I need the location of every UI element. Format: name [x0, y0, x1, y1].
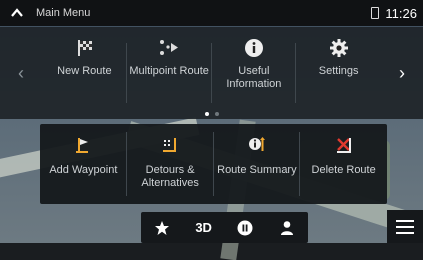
menu-item-settings[interactable]: Settings [296, 27, 381, 119]
menu-item-label: Useful Information [226, 65, 282, 90]
bottom-toolbar: 3D [141, 212, 308, 243]
popup-item-label: Detours & Alternatives [141, 164, 199, 189]
clock: 11:26 [385, 5, 417, 21]
back-chevron-icon[interactable] [10, 6, 24, 20]
detours-icon [159, 134, 181, 156]
multipoint-route-icon [158, 37, 180, 59]
popup-item-label: Route Summary [217, 164, 297, 176]
previous-page-arrow-icon[interactable]: ‹ [0, 27, 42, 119]
menu-item-label: Settings [318, 65, 359, 77]
popup-item-route-summary[interactable]: Route Summary [214, 124, 301, 204]
menu-button[interactable] [387, 210, 423, 243]
page-title: Main Menu [36, 7, 91, 19]
page-dot-active [204, 112, 209, 116]
popup-item-label: Add Waypoint [49, 164, 118, 176]
menu-item-label: New Route [57, 65, 112, 77]
checkered-flag-icon [73, 37, 95, 59]
gear-icon [328, 37, 350, 59]
menu-item-multipoint-route[interactable]: Multipoint Route [127, 27, 212, 119]
menu-item-useful-information[interactable]: Useful Information [212, 27, 297, 119]
hamburger-icon [396, 219, 414, 234]
person-icon [281, 220, 294, 235]
status-bar: Main Menu 11:26 [0, 0, 423, 26]
info-icon [243, 37, 265, 59]
main-menu: New Route Multipoint Route Useful Inform… [42, 27, 381, 119]
menu-item-label: Multipoint Route [129, 65, 209, 77]
popup-item-detours-alternatives[interactable]: Detours & Alternatives [127, 124, 214, 204]
route-options-popup: Add Waypoint Detours & Alternatives Rout… [40, 124, 387, 204]
delete-route-icon [333, 134, 355, 156]
view-mode-label: 3D [195, 220, 212, 235]
pause-icon [237, 220, 253, 235]
next-page-arrow-icon[interactable]: › [381, 27, 423, 119]
voice-button[interactable] [272, 213, 302, 243]
battery-icon [371, 7, 380, 19]
add-waypoint-icon [72, 134, 94, 156]
view-mode-button[interactable]: 3D [189, 213, 219, 243]
popup-item-delete-route[interactable]: Delete Route [300, 124, 387, 204]
route-summary-icon [246, 134, 268, 156]
star-icon [154, 220, 169, 235]
main-menu-panel: ‹ New Route Multipoint Route Useful Info… [0, 27, 423, 119]
popup-item-label: Delete Route [311, 164, 376, 176]
popup-item-add-waypoint[interactable]: Add Waypoint [40, 124, 127, 204]
menu-item-new-route[interactable]: New Route [42, 27, 127, 119]
page-indicator [0, 112, 423, 116]
favorites-button[interactable] [147, 213, 177, 243]
page-dot [214, 112, 219, 116]
pause-button[interactable] [230, 213, 260, 243]
